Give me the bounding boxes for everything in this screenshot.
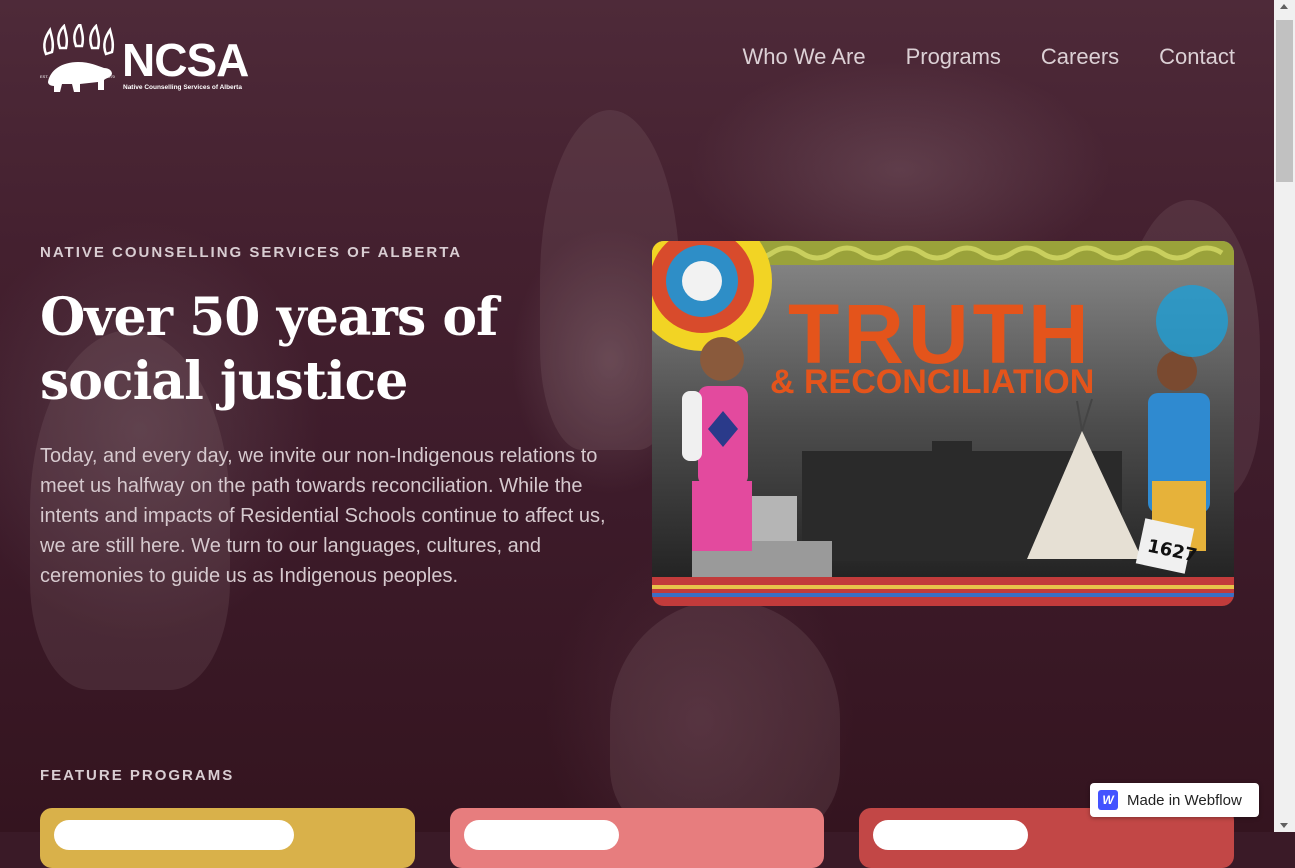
vertical-scrollbar[interactable] <box>1274 0 1295 832</box>
image-subtitle: & RECONCILIATION <box>770 363 1094 401</box>
nav-who-we-are[interactable]: Who We Are <box>742 42 865 72</box>
bear-paw-icon <box>43 24 115 92</box>
brand-name: NCSA <box>122 34 249 86</box>
program-card-tag <box>54 820 294 850</box>
feature-programs-label: FEATURE PROGRAMS <box>40 767 235 784</box>
program-card[interactable] <box>40 808 415 868</box>
nav-careers[interactable]: Careers <box>1041 42 1119 72</box>
program-card-tag <box>464 820 619 850</box>
scroll-up-arrow-icon[interactable] <box>1280 4 1288 9</box>
ribbon-border <box>652 577 1234 606</box>
scroll-thumb[interactable] <box>1276 20 1293 182</box>
scroll-down-arrow-icon[interactable] <box>1280 823 1288 828</box>
main-nav: Who We Are Programs Careers Contact <box>742 42 1235 72</box>
webflow-icon: W <box>1098 790 1118 810</box>
hero-eyebrow: NATIVE COUNSELLING SERVICES OF ALBERTA <box>40 244 463 261</box>
nav-contact[interactable]: Contact <box>1159 42 1235 72</box>
hero-headline: Over 50 years of social justice <box>40 287 498 412</box>
webflow-badge-label: Made in Webflow <box>1127 791 1242 809</box>
ncsa-logo[interactable]: NCSA Native Counselling Services of Albe… <box>40 24 266 96</box>
made-in-webflow-badge[interactable]: W Made in Webflow <box>1090 783 1259 817</box>
truth-reconciliation-image: 1627 TRUTH & RECONCILIATION <box>652 241 1234 606</box>
brand-est-year: 1970 <box>106 74 115 79</box>
program-card[interactable] <box>450 808 824 868</box>
brand-est-label: EST. <box>40 74 49 79</box>
program-card[interactable] <box>859 808 1234 868</box>
nav-programs[interactable]: Programs <box>906 42 1001 72</box>
brand-subtitle: Native Counselling Services of Alberta <box>123 84 242 91</box>
program-card-tag <box>873 820 1028 850</box>
hero-intro: Today, and every day, we invite our non-… <box>40 445 606 587</box>
